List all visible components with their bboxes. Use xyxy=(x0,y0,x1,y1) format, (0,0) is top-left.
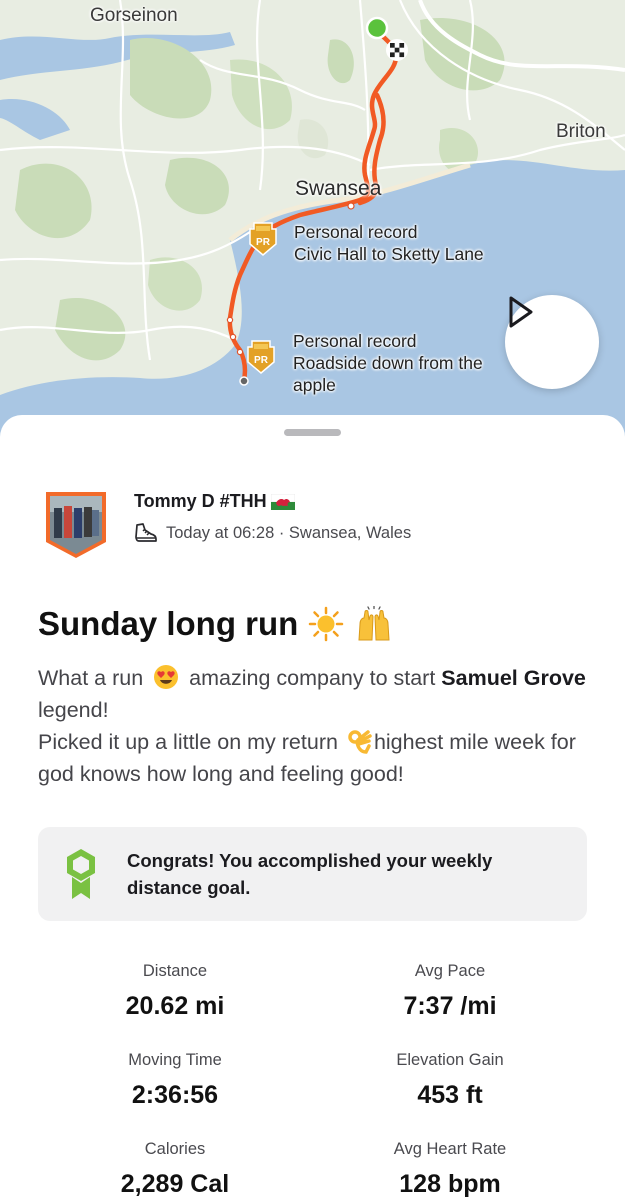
start-marker xyxy=(365,16,389,40)
personal-record-callout[interactable]: Personal record Roadside down from the a… xyxy=(293,330,508,396)
stat-elevation-gain: Elevation Gain 453 ft xyxy=(325,1051,575,1110)
stat-calories: Calories 2,289 Cal xyxy=(50,1140,300,1199)
activity-description: What a run amazing company to start Samu… xyxy=(38,662,598,790)
stat-moving-time: Moving Time 2:36:56 xyxy=(50,1051,300,1110)
running-shoe-icon xyxy=(135,523,157,542)
avatar[interactable] xyxy=(44,490,108,560)
goal-badge-icon xyxy=(67,849,95,899)
sheet-drag-handle[interactable] xyxy=(284,429,341,436)
play-flyover-button[interactable] xyxy=(505,295,599,389)
activity-title-text: Sunday long run xyxy=(38,605,299,642)
pr-badge-label: PR xyxy=(256,237,271,248)
ok-hand-emoji xyxy=(348,730,372,754)
athlete-name-text: Tommy D #THH xyxy=(134,491,267,511)
map-label-swansea: Swansea xyxy=(295,177,382,200)
heart-eyes-emoji xyxy=(154,665,179,689)
description-text: What a run xyxy=(38,666,144,690)
activity-title: Sunday long run xyxy=(38,605,394,643)
stat-value: 2,289 Cal xyxy=(120,1170,230,1198)
stat-value: 453 ft xyxy=(417,1081,483,1109)
pr-title: Personal record xyxy=(293,331,417,351)
personal-record-callout[interactable]: Personal record Civic Hall to Sketty Lan… xyxy=(294,221,484,265)
stat-value: 7:37 /mi xyxy=(403,992,497,1020)
stat-label: Distance xyxy=(142,962,208,980)
pr-segment-name: Civic Hall to Sketty Lane xyxy=(294,244,484,264)
pr-badge-icon[interactable]: PR xyxy=(248,222,278,256)
finish-marker xyxy=(386,39,408,61)
pr-segment-name: Roadside down from the apple xyxy=(293,353,483,395)
pr-badge-icon[interactable]: PR xyxy=(246,340,276,374)
stat-avg-pace: Avg Pace 7:37 /mi xyxy=(325,962,575,1021)
description-text: amazing company to start xyxy=(189,666,436,690)
stat-avg-heart-rate: Avg Heart Rate 128 bpm xyxy=(325,1140,575,1199)
stat-distance: Distance 20.62 mi xyxy=(50,962,300,1021)
activity-meta: Today at 06:28 · Swansea, Wales xyxy=(134,522,411,544)
wales-flag-icon xyxy=(270,493,295,510)
pr-title: Personal record xyxy=(294,222,418,242)
route-map[interactable]: Gorseinon Briton Swansea PR Personal rec… xyxy=(0,0,625,440)
stat-label: Avg Heart Rate xyxy=(393,1140,507,1158)
stat-label: Elevation Gain xyxy=(396,1051,504,1069)
activity-date-location: Today at 06:28 · Swansea, Wales xyxy=(166,523,412,542)
pr-badge-label: PR xyxy=(254,355,269,366)
map-label-briton: Briton xyxy=(556,121,606,142)
play-icon xyxy=(509,296,533,328)
stat-label: Calories xyxy=(144,1140,206,1158)
goal-message: Congrats! You accomplished your weekly d… xyxy=(127,850,493,898)
mentioned-athlete-link[interactable]: Samuel Grove xyxy=(441,666,586,690)
athlete-name[interactable]: Tommy D #THH xyxy=(134,491,295,512)
map-label-gorseinon: Gorseinon xyxy=(90,5,178,26)
stat-value: 2:36:56 xyxy=(131,1081,219,1109)
stat-label: Avg Pace xyxy=(414,962,486,980)
description-text: legend! xyxy=(38,698,109,722)
stat-value: 128 bpm xyxy=(399,1170,501,1198)
description-text: Picked it up a little on my return xyxy=(38,730,338,754)
activity-sheet: Tommy D #THH Today at 06:28 · Swansea, W… xyxy=(0,415,625,1200)
stat-label: Moving Time xyxy=(128,1051,222,1069)
sun-emoji xyxy=(309,606,344,642)
stat-value: 20.62 mi xyxy=(125,992,225,1020)
raised-hands-emoji xyxy=(358,606,390,641)
goal-achievement-card[interactable]: Congrats! You accomplished your weekly d… xyxy=(38,827,587,921)
